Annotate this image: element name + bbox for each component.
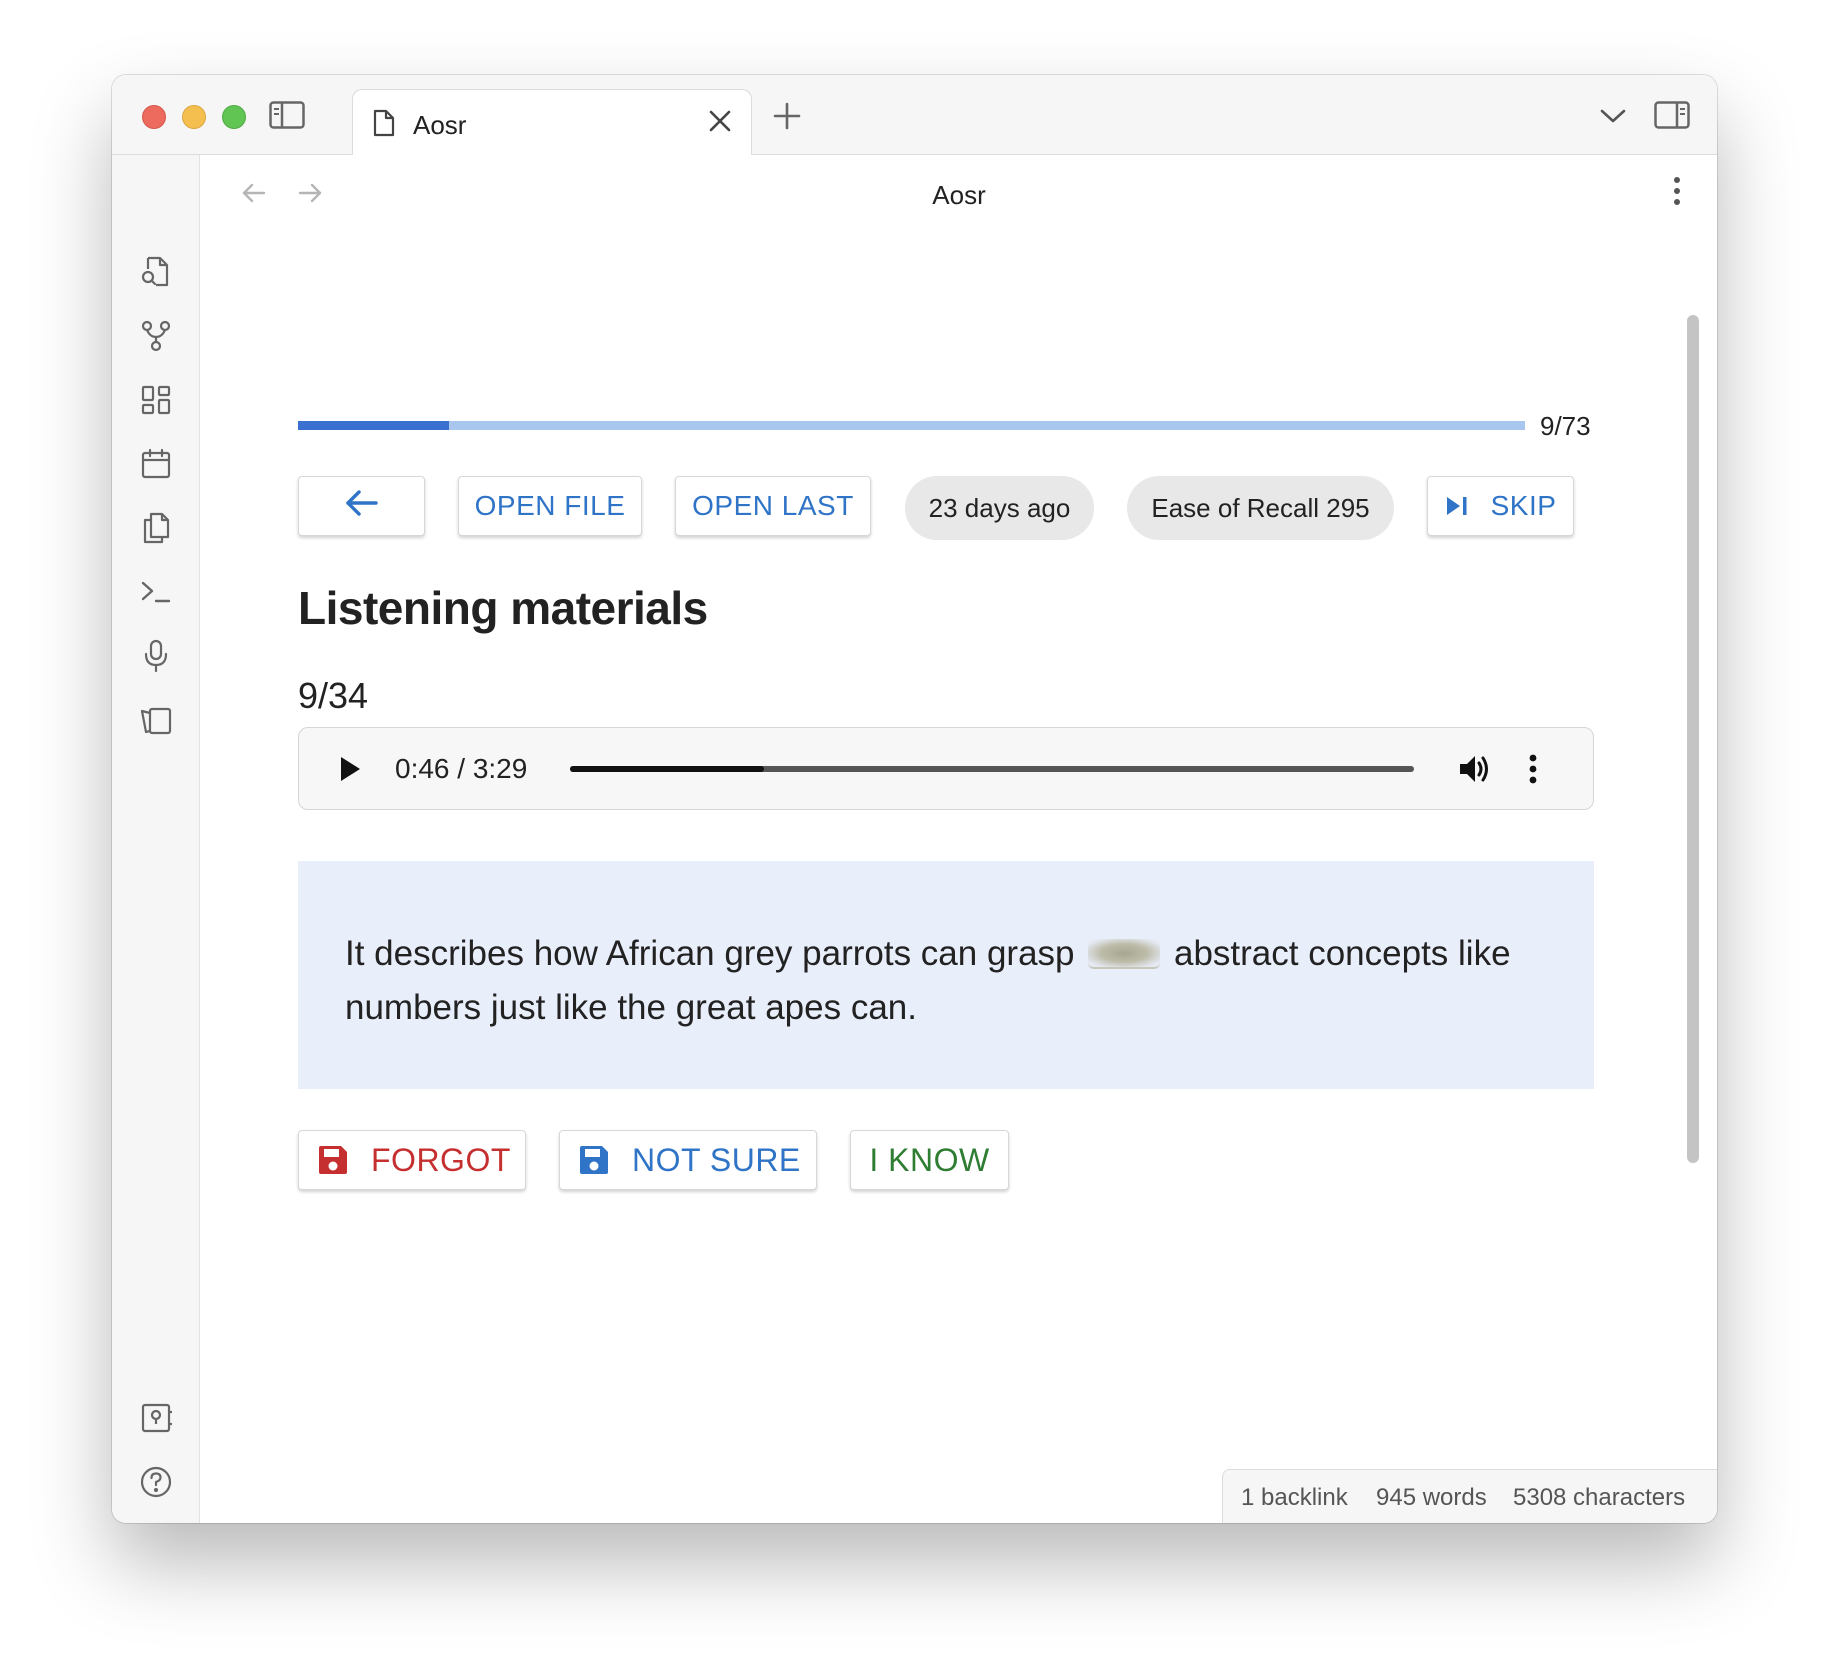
dashboard-icon[interactable] bbox=[137, 381, 175, 419]
save-icon bbox=[578, 1144, 610, 1176]
audio-played-fill bbox=[570, 766, 765, 772]
not-sure-button[interactable]: NOT SURE bbox=[559, 1130, 817, 1190]
status-bar: 1 backlink 945 words 5308 characters bbox=[1222, 1469, 1717, 1523]
play-icon[interactable] bbox=[335, 754, 365, 784]
close-window-button[interactable] bbox=[142, 105, 166, 129]
volume-icon[interactable] bbox=[1457, 751, 1493, 787]
file-icon bbox=[373, 109, 395, 142]
skip-button[interactable]: SKIP bbox=[1427, 476, 1574, 536]
main-pane: Aosr 9/73 OPEN FILE OPEN LAST 23 days ag… bbox=[201, 155, 1717, 1523]
left-ribbon bbox=[112, 155, 200, 1523]
new-tab-icon[interactable] bbox=[772, 101, 802, 131]
open-last-button[interactable]: OPEN LAST bbox=[675, 476, 871, 536]
audio-more-icon[interactable] bbox=[1523, 752, 1543, 786]
close-tab-icon[interactable] bbox=[707, 108, 733, 139]
audio-player: 0:46 / 3:29 bbox=[298, 727, 1594, 810]
i-know-button[interactable]: I KNOW bbox=[850, 1130, 1009, 1190]
audio-time: 0:46 / 3:29 bbox=[395, 753, 528, 784]
right-sidebar-toggle-icon[interactable] bbox=[1652, 99, 1692, 131]
copy-icon[interactable] bbox=[137, 509, 175, 547]
cards-icon[interactable] bbox=[137, 701, 175, 739]
graph-icon[interactable] bbox=[137, 317, 175, 355]
file-search-icon[interactable] bbox=[137, 253, 175, 291]
ease-of-recall-chip: Ease of Recall 295 bbox=[1127, 476, 1394, 540]
forgot-button[interactable]: FORGOT bbox=[298, 1130, 526, 1190]
skip-next-icon bbox=[1445, 495, 1469, 517]
microphone-icon[interactable] bbox=[137, 637, 175, 675]
last-review-chip: 23 days ago bbox=[905, 476, 1094, 540]
app-window: Aosr Aosr 9/73 OPEN FILE OPEN LAST 23 da… bbox=[112, 75, 1717, 1523]
cloze-card: It describes how African grey parrots ca… bbox=[298, 861, 1594, 1089]
cloze-hidden-word[interactable] bbox=[1088, 939, 1161, 969]
minimize-window-button[interactable] bbox=[182, 105, 206, 129]
view-title: Aosr bbox=[932, 180, 986, 210]
review-progress-bar bbox=[298, 421, 1525, 430]
arrow-left-icon bbox=[344, 488, 380, 525]
card-heading: Listening materials bbox=[298, 582, 708, 634]
item-counter: 9/34 bbox=[298, 675, 369, 716]
status-backlinks[interactable]: 1 backlink bbox=[1241, 1484, 1348, 1512]
tab-title: Aosr bbox=[413, 110, 467, 140]
not-sure-label: NOT SURE bbox=[632, 1141, 801, 1178]
left-sidebar-toggle-icon[interactable] bbox=[267, 99, 307, 131]
back-button[interactable] bbox=[298, 476, 425, 536]
zoom-window-button[interactable] bbox=[222, 105, 246, 129]
tab-aosr[interactable]: Aosr bbox=[352, 89, 752, 156]
review-progress-label: 9/73 bbox=[1540, 411, 1591, 441]
status-character-count: 5308 characters bbox=[1513, 1484, 1686, 1511]
terminal-icon[interactable] bbox=[137, 573, 175, 611]
cloze-text: It describes how African grey parrots ca… bbox=[345, 927, 1575, 1035]
status-word-count: 945 words bbox=[1376, 1484, 1487, 1511]
cloze-text-before: It describes how African grey parrots ca… bbox=[345, 934, 1075, 973]
tab-list-chevron-down-icon[interactable] bbox=[1598, 103, 1628, 129]
view-header: Aosr bbox=[201, 155, 1717, 231]
audio-seek-bar[interactable] bbox=[570, 766, 1414, 772]
scrollbar[interactable] bbox=[1687, 315, 1699, 1163]
more-options-icon[interactable] bbox=[1667, 173, 1687, 209]
title-bar: Aosr bbox=[112, 75, 1717, 156]
help-icon[interactable] bbox=[137, 1463, 175, 1501]
forgot-label: FORGOT bbox=[371, 1141, 511, 1178]
review-progress-fill bbox=[298, 421, 449, 430]
save-icon bbox=[317, 1144, 349, 1176]
skip-label: SKIP bbox=[1490, 490, 1557, 521]
open-file-button[interactable]: OPEN FILE bbox=[458, 476, 642, 536]
vault-icon[interactable] bbox=[137, 1399, 175, 1437]
calendar-icon[interactable] bbox=[137, 445, 175, 483]
